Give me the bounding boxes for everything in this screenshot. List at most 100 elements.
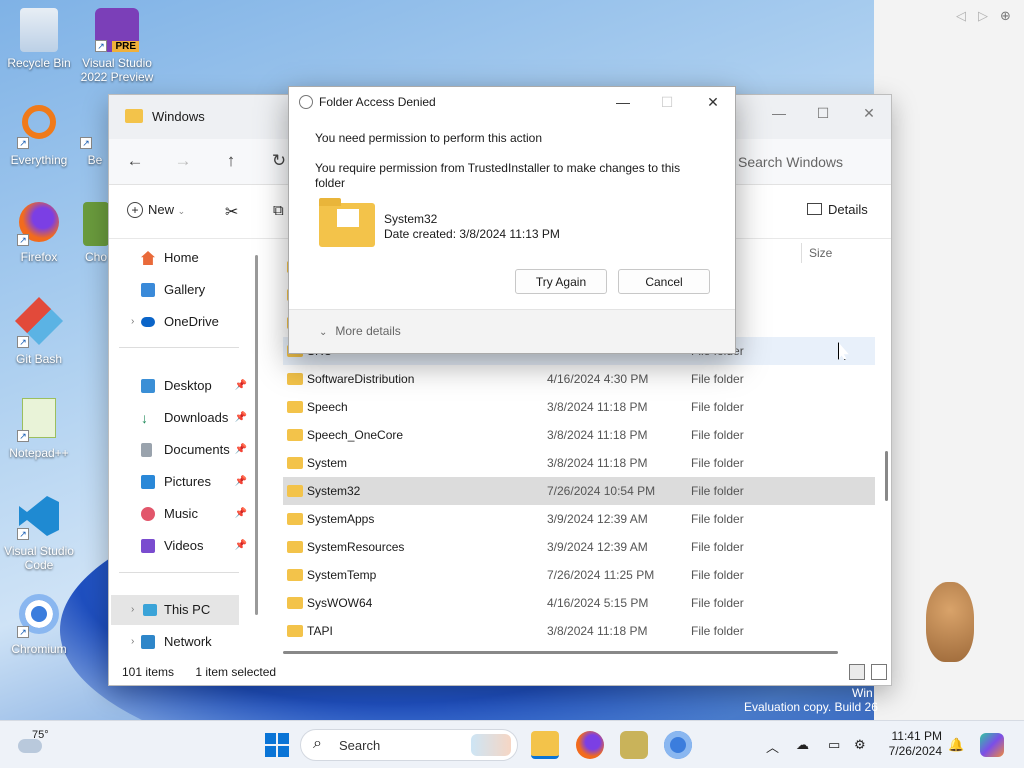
notification-bell-icon[interactable]: 🔔 [948,737,964,753]
desktop-icon-visual-studio-preview[interactable]: ↗ PRE Visual Studio 2022 Preview [79,8,155,84]
chevron-right-icon[interactable]: › [131,595,134,625]
minimize-button[interactable]: — [601,91,645,113]
sidebar-item-this-pc[interactable]: › This PC [111,595,239,625]
display-icon[interactable]: ▭ [828,737,840,753]
desktop-icon-be[interactable]: ↗ Be [80,105,110,167]
visual-studio-icon: ↗ PRE [95,8,139,52]
pin-icon[interactable]: 📌 [235,499,247,529]
navigation-pane: Home Gallery › OneDrive Desktop 📌 ↓ Downloa… [109,239,259,665]
git-bash-icon: ↗ [14,296,64,348]
folder-icon [287,457,303,469]
sidebar-item-videos[interactable]: Videos 📌 [119,531,247,561]
details-view-icon[interactable] [849,664,865,680]
sidebar-item-pictures[interactable]: Pictures 📌 [119,467,247,497]
desktop-icon-firefox[interactable]: ↗ Firefox [1,202,77,264]
music-icon [141,507,155,521]
desktop-icon-cho[interactable]: Cho [82,202,110,264]
minimize-button[interactable]: — [757,101,801,125]
security-icon[interactable]: ⚙ [854,737,866,753]
explorer-tab-title[interactable]: Windows [152,109,205,124]
desktop-icon-everything[interactable]: ↗ Everything [1,105,77,167]
copy-button[interactable]: ⧉ [273,202,284,219]
sidebar-item-gallery[interactable]: Gallery [119,275,247,305]
dialog-footer: ⌄ More details [289,309,735,353]
table-row[interactable]: SystemApps 3/9/2024 12:39 AM File folder [283,505,875,533]
item-count: 101 items [122,665,175,679]
dialog-title: Folder Access Denied [319,95,436,109]
watermark-evaluation: Evaluation copy. Build 26 [744,700,878,714]
close-button[interactable]: ✕ [691,91,735,113]
add-icon[interactable]: ⊕ [1000,8,1011,24]
desktop-icon-recycle-bin[interactable]: Recycle Bin [1,8,77,70]
cancel-button[interactable]: Cancel [618,269,710,294]
horizontal-scrollbar[interactable] [283,651,838,654]
cloud-offline-icon[interactable]: ☁ [796,737,809,753]
table-row[interactable]: SystemResources 3/9/2024 12:39 AM File fol… [283,533,875,561]
desktop-icon-chromium[interactable]: ↗ Chromium [1,594,77,656]
copilot-icon[interactable] [980,733,1004,757]
sidebar-item-onedrive[interactable]: › OneDrive [119,307,247,337]
weather-widget[interactable]: 75° [16,729,66,761]
table-row-selected[interactable]: System32 7/26/2024 10:54 PM File folder [283,477,875,505]
sidebar-item-documents[interactable]: Documents 📌 [119,435,247,465]
chevron-right-icon[interactable]: › [131,627,134,657]
sidebar-item-music[interactable]: Music 📌 [119,499,247,529]
new-button[interactable]: + New ⌄ [127,202,185,218]
pin-icon[interactable]: 📌 [235,531,247,561]
desktop-icon-vscode[interactable]: ↗ Visual Studio Code [1,496,77,572]
folder-icon [287,541,303,553]
dialog-titlebar[interactable]: Folder Access Denied — ☐ ✕ [289,87,735,117]
more-details-toggle[interactable]: ⌄ More details [319,324,401,338]
table-row[interactable]: Speech_OneCore 3/8/2024 11:18 PM File fold… [283,421,875,449]
back-button[interactable]: ← [123,151,147,173]
forward-arrow-icon[interactable]: ▷ [978,8,988,24]
copy-icon: ⧉ [273,202,284,219]
back-arrow-icon[interactable]: ◁ [956,8,966,24]
table-row[interactable]: TAPI 3/8/2024 11:18 PM File folder [283,617,875,645]
search-input[interactable]: Search Windows [729,147,893,177]
maximize-button[interactable]: ☐ [801,101,845,125]
table-row[interactable]: SoftwareDistribution 4/16/2024 4:30 PM Fil… [283,365,875,393]
pre-badge: PRE [112,41,139,52]
close-button[interactable]: ✕ [847,101,891,125]
desktop-icon-notepadpp[interactable]: ↗ Notepad++ [1,398,77,460]
sidebar-item-home[interactable]: Home [119,243,247,273]
cut-button[interactable]: ✂ [225,202,238,222]
pin-icon[interactable]: 📌 [235,467,247,497]
sidebar-item-desktop[interactable]: Desktop 📌 [119,371,247,401]
chevron-right-icon[interactable]: › [131,307,134,337]
chromium-taskbar-icon[interactable] [664,731,692,759]
watermark-line1: Win [852,686,873,700]
computer-icon [143,604,157,616]
app-taskbar-icon[interactable] [620,731,648,759]
table-row[interactable]: SysWOW64 4/16/2024 5:15 PM File folder [283,589,875,617]
table-row[interactable]: System 3/8/2024 11:18 PM File folder [283,449,875,477]
clock[interactable]: 11:41 PM 7/26/2024 [878,729,942,759]
forward-button[interactable]: → [171,151,195,173]
start-button[interactable] [263,731,291,759]
file-explorer-taskbar-icon[interactable] [531,731,559,759]
table-row[interactable]: Speech 3/8/2024 11:18 PM File folder [283,393,875,421]
recycle-bin-icon [20,8,58,52]
pin-icon[interactable]: 📌 [235,371,247,401]
details-pane-icon [807,203,822,215]
firefox-taskbar-icon[interactable] [576,731,604,759]
pin-icon[interactable]: 📌 [235,435,247,465]
everything-icon: ↗ [17,105,61,149]
tiles-view-icon[interactable] [871,664,887,680]
maximize-button: ☐ [660,94,674,110]
sidebar-item-network[interactable]: › Network [119,627,247,657]
up-button[interactable]: ↑ [219,151,243,173]
sidebar-item-downloads[interactable]: ↓ Downloads 📌 [119,403,247,433]
vertical-scrollbar[interactable] [885,451,888,501]
taskbar-search-box[interactable]: ⌕ Search [300,729,518,761]
pin-icon[interactable]: 📌 [235,403,247,433]
sidebar-divider [119,572,239,573]
chevron-up-icon[interactable]: ︿ [766,737,779,756]
desktop-icon-git-bash[interactable]: ↗ Git Bash [1,296,77,366]
sidebar-scrollbar[interactable] [255,255,258,615]
table-row[interactable]: SystemTemp 7/26/2024 11:25 PM File folder [283,561,875,589]
try-again-button[interactable]: Try Again [515,269,607,294]
weather-temp: 75° [32,729,49,741]
details-button[interactable]: Details [807,202,868,217]
